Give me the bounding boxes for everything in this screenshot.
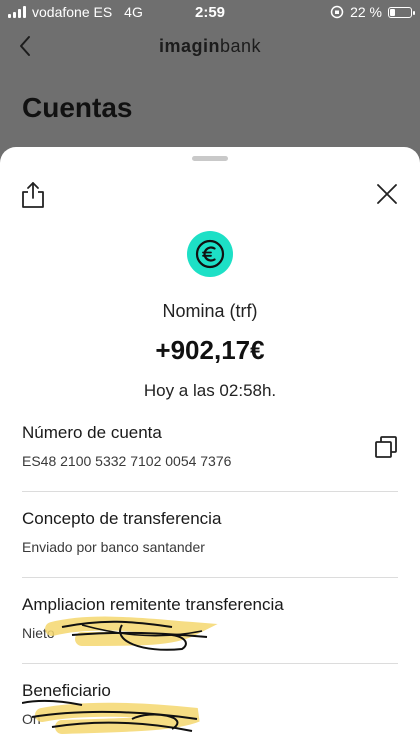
brand-logo: imaginbank [0,36,420,57]
close-icon[interactable] [376,183,398,205]
battery-icon [388,6,415,18]
euro-icon [195,239,225,269]
transaction-amount: +902,17€ [155,335,265,365]
battery-percent: 22 % [350,4,382,20]
status-right: 22 % [330,4,415,20]
divider [22,491,398,492]
orientation-lock-icon [330,5,344,19]
field-sender-extension: Ampliacion remitente transferencia Nieto [22,595,398,664]
field-value: ES48 2100 5332 7102 0054 7376 [22,453,232,469]
euro-coin-icon [187,231,233,277]
field-value: Enviado por banco santander [22,539,205,555]
field-label: Beneficiario [22,681,111,700]
brand-light: imagin [158,36,220,56]
field-value: On [22,711,41,727]
transaction-date: Hoy a las 02:58h. [143,381,277,400]
copy-icon[interactable] [374,435,398,459]
brand-bold: bank [219,36,262,56]
field-value: Nieto [22,625,55,641]
field-label: Concepto de transferencia [22,509,222,528]
transaction-detail-sheet: Nomina (trf) +902,17€ Hoy a las 02:58h. … [0,147,420,747]
field-label: Número de cuenta [22,423,162,442]
share-icon[interactable] [20,181,46,209]
status-bar: vodafone ES 4G 2:59 22 % [0,0,420,24]
page-title: Cuentas [22,92,133,123]
field-beneficiary: Beneficiario On [22,681,398,727]
transaction-description: Nomina (trf) [162,301,258,321]
sheet-grabber[interactable] [192,156,228,161]
field-account-number: Número de cuenta ES48 2100 5332 7102 005… [22,423,398,492]
divider [22,663,398,664]
divider [22,577,398,578]
field-transfer-concept: Concepto de transferencia Enviado por ba… [22,509,398,578]
field-label: Ampliacion remitente transferencia [22,595,284,614]
battery-fill [390,8,395,16]
